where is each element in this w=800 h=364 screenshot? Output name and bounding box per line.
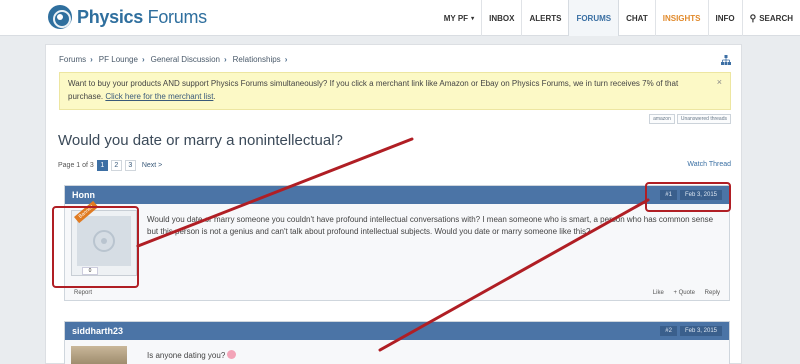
like-link[interactable]: Like (653, 290, 664, 296)
nav-info[interactable]: INFO (707, 0, 742, 36)
reply-link[interactable]: Reply (705, 290, 720, 296)
content-panel: Forums › PF Lounge › General Discussion › R… (45, 44, 742, 364)
top-bar: Physics Forums MY PF ▾ INBOX ALERTS FORU… (0, 0, 800, 36)
chevron-down-icon: ▾ (471, 15, 475, 22)
nav-inbox[interactable]: INBOX (481, 0, 521, 36)
chevron-right-icon: › (223, 55, 227, 64)
logo-text-physics: Physics (77, 6, 143, 27)
avatar[interactable] (71, 346, 127, 364)
nav-alerts[interactable]: ALERTS (521, 0, 568, 36)
post-header: siddharth23 #2 Feb 3, 2015 (65, 322, 729, 340)
breadcrumb-pf-lounge[interactable]: PF Lounge (99, 55, 138, 64)
merchant-list-link[interactable]: Click here for the merchant list (105, 92, 213, 101)
nav-insights-label: INSIGHTS (662, 13, 701, 23)
post-body: Is anyone dating you? (147, 350, 722, 362)
ad-tag-amazon[interactable]: amazon (649, 114, 675, 124)
post-body-text: Is anyone dating you? (147, 351, 226, 360)
annotation-box-avatar (52, 206, 139, 288)
page-nav: Page 1 of 3 1 2 3 Next > (58, 160, 162, 171)
post-username[interactable]: Honn (72, 190, 95, 200)
sitemap-icon[interactable] (721, 55, 731, 65)
logo-text-forums: Forums (147, 6, 208, 27)
next-page-link[interactable]: Next > (142, 162, 162, 169)
notice-link-suffix: . (213, 92, 216, 101)
chevron-right-icon: › (141, 55, 145, 64)
search-icon: ⚲ (749, 12, 757, 23)
nav-info-label: INFO (715, 13, 735, 23)
breadcrumb-relationships[interactable]: Relationships (233, 55, 281, 64)
page-label: Page 1 of 3 (58, 162, 94, 169)
post-date[interactable]: Feb 3, 2015 (679, 326, 722, 336)
nav-chat-label: CHAT (626, 13, 648, 23)
nav-alerts-label: ALERTS (529, 13, 562, 23)
post-actions: Like + Quote Reply (645, 290, 720, 296)
close-icon[interactable]: × (717, 76, 722, 89)
logo-text: Physics Forums (77, 7, 207, 28)
emoji-icon (227, 350, 237, 359)
post: Honn #1 Feb 3, 2015 Banned 0 Would you d… (64, 185, 730, 301)
merchant-notice: Want to buy your products AND support Ph… (59, 72, 731, 110)
site-logo[interactable]: Physics Forums (48, 3, 207, 31)
nav-chat[interactable]: CHAT (619, 0, 655, 36)
nav-my-pf-label: MY PF (443, 13, 469, 23)
nav-inbox-label: INBOX (489, 13, 515, 23)
nav-search[interactable]: ⚲ SEARCH (741, 0, 800, 36)
ad-tags: amazon Unanswered threads (649, 114, 731, 124)
post-body: Would you date or marry someone you coul… (147, 215, 714, 236)
nav-forums[interactable]: FORUMS (568, 0, 620, 36)
thread-title: Would you date or marry a nonintellectua… (58, 132, 343, 149)
annotation-box-post-meta (645, 182, 731, 212)
ad-tag-unanswered[interactable]: Unanswered threads (676, 114, 731, 124)
post-meta: #2 Feb 3, 2015 (660, 326, 722, 336)
report-link[interactable]: Report (74, 290, 92, 296)
chevron-right-icon: › (284, 55, 288, 64)
post-footer: Report Like + Quote Reply (65, 290, 729, 296)
breadcrumb: Forums › PF Lounge › General Discussion › R… (59, 55, 293, 64)
breadcrumb-forums[interactable]: Forums (59, 55, 86, 64)
logo-atom-icon (48, 5, 72, 29)
post-username[interactable]: siddharth23 (72, 326, 123, 336)
post-header: Honn #1 Feb 3, 2015 (65, 186, 729, 204)
breadcrumb-general-discussion[interactable]: General Discussion (151, 55, 220, 64)
page-3-button[interactable]: 3 (124, 160, 136, 171)
page-1-button[interactable]: 1 (96, 160, 108, 171)
nav-insights[interactable]: INSIGHTS (654, 0, 708, 36)
post: siddharth23 #2 Feb 3, 2015 Is anyone dat… (64, 321, 730, 364)
watch-thread-link[interactable]: Watch Thread (687, 161, 731, 168)
page-2-button[interactable]: 2 (110, 160, 122, 171)
quote-link[interactable]: + Quote (673, 290, 695, 296)
nav-search-label: SEARCH (759, 13, 793, 23)
nav-my-pf[interactable]: MY PF ▾ (437, 0, 481, 36)
main-nav: MY PF ▾ INBOX ALERTS FORUMS CHAT INSIGHT… (437, 0, 800, 36)
nav-forums-label: FORUMS (576, 13, 612, 23)
post-number[interactable]: #2 (660, 326, 677, 336)
chevron-right-icon: › (90, 55, 93, 64)
